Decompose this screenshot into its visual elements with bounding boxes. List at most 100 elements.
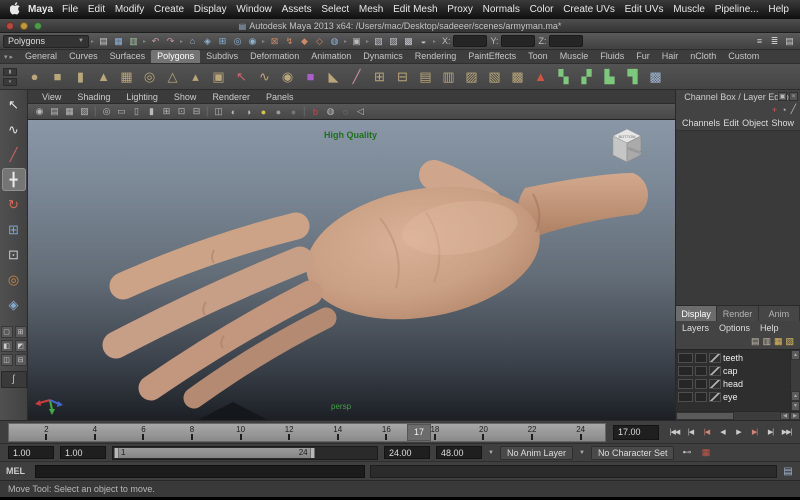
menubar-item[interactable]: Muscle (670, 4, 708, 15)
play-backwards-button[interactable]: ◀ (715, 425, 730, 440)
shelf-tab[interactable]: General (19, 50, 63, 63)
paint-skin-weights-icon[interactable]: ▜ (621, 66, 644, 88)
film-gate-icon[interactable]: ▭ (114, 105, 129, 118)
shelf-collapse-icon[interactable]: ▮ (3, 68, 17, 76)
open-scene-icon[interactable]: ▦ (111, 34, 126, 49)
construction-history-icon[interactable]: ▣ (349, 34, 364, 49)
shelf-menu-icon[interactable]: ▸ (10, 53, 14, 61)
layer-playback-toggle[interactable] (695, 379, 707, 389)
step-forward-key-button[interactable]: ▶| (747, 425, 762, 440)
new-scene-icon[interactable]: ▤ (96, 34, 111, 49)
mel-input-field[interactable] (35, 465, 365, 478)
open-render-view-icon[interactable]: ▧ (371, 34, 386, 49)
poly-torus-icon[interactable]: ◎ (138, 66, 161, 88)
shelf-tab[interactable]: Fur (630, 50, 656, 63)
menubar-item[interactable]: Color (527, 4, 557, 15)
poly-cube-icon[interactable]: ■ (46, 66, 69, 88)
gate-mask-icon[interactable]: ▮ (144, 105, 159, 118)
rotate-tool[interactable]: ↻ (2, 193, 26, 216)
timeline-tick[interactable]: 2 (22, 424, 71, 441)
show-channel-box-icon[interactable]: ≡ (752, 34, 767, 49)
new-layer-from-selected-icon[interactable]: ▦ (774, 336, 783, 347)
animation-start-field[interactable]: 1.00 (8, 446, 54, 459)
poly-cylinder-icon[interactable]: ▮ (69, 66, 92, 88)
menubar-item[interactable]: Window (233, 4, 275, 15)
snap-to-plane-icon[interactable]: ◇ (312, 34, 327, 49)
coord-input[interactable] (453, 35, 487, 47)
select-lasso-mode-icon[interactable]: ◎ (230, 34, 245, 49)
shelf-tab-menu-icon[interactable]: ▾ (4, 53, 8, 61)
collapse-status-group-icon[interactable]: ▸ (178, 34, 185, 49)
layer-color-swatch[interactable] (709, 366, 721, 376)
menubar-item[interactable]: Edit Mesh (390, 4, 440, 15)
menubar-item[interactable]: Normals (480, 4, 523, 15)
snap-to-point-icon[interactable]: ◆ (297, 34, 312, 49)
menubar-item[interactable]: Select (318, 4, 352, 15)
layer-list-scrollbar[interactable]: ▲ ▲ ▼ (790, 350, 800, 411)
script-editor-icon[interactable]: ▤ (782, 466, 794, 477)
ambient-light-icon[interactable]: ● (271, 105, 286, 118)
soft-modification-tool[interactable]: ◎ (2, 268, 26, 291)
poly-prism-icon[interactable]: △ (161, 66, 184, 88)
shelf-tab[interactable]: Curves (63, 50, 104, 63)
layer-editor-menu[interactable]: Help (760, 323, 779, 333)
play-forwards-button[interactable]: ▶ (731, 425, 746, 440)
four-pane-layout-button[interactable]: ⊞ (15, 326, 27, 338)
timeline-ruler[interactable]: 24681012141618202224 17 (8, 423, 606, 442)
move-tool[interactable]: ╋ (2, 168, 26, 191)
shelf-tab[interactable]: PaintEffects (462, 50, 522, 63)
paint-selection-tool[interactable]: ╱ (2, 143, 26, 166)
viewport-menu[interactable]: Lighting (118, 92, 166, 102)
bridge-icon[interactable]: ▥ (437, 66, 460, 88)
toolbar-divider[interactable]: │ (301, 105, 308, 118)
detach-skin-icon[interactable]: ▙ (598, 66, 621, 88)
auto-keyframe-toggle[interactable]: ⊷ (680, 446, 693, 459)
layer-color-swatch[interactable] (709, 379, 721, 389)
timeline-tick[interactable]: 14 (313, 424, 362, 441)
range-end-handle[interactable] (310, 448, 315, 458)
animation-preferences-button[interactable]: ▦ (699, 446, 712, 459)
shelf-tab[interactable]: Custom (722, 50, 765, 63)
go-to-start-button[interactable]: |◀◀ (667, 425, 682, 440)
animation-end-field[interactable]: 48.00 (436, 446, 482, 459)
shelf-tab[interactable]: Dynamics (357, 50, 409, 63)
viewport-menu[interactable]: View (34, 92, 69, 102)
highlight-selection-icon[interactable]: ◉ (245, 34, 260, 49)
timeline-tick[interactable]: 22 (508, 424, 557, 441)
shelf-tab[interactable]: Deformation (244, 50, 305, 63)
layer-visibility-toggle[interactable] (678, 379, 693, 389)
select-by-object-icon[interactable]: ◈ (200, 34, 215, 49)
timeline-tick[interactable]: 4 (71, 424, 120, 441)
coord-input[interactable] (549, 35, 583, 47)
command-language-toggle[interactable]: MEL (6, 466, 30, 476)
shelf-tab[interactable]: Animation (305, 50, 357, 63)
slider-mode-icon[interactable]: ╱ (791, 104, 796, 115)
collapse-status-group-icon[interactable]: ▸ (141, 34, 148, 49)
layer-editor-menu[interactable]: Layers (682, 323, 709, 333)
character-set-dropdown[interactable]: No Character Set (591, 446, 675, 460)
collapse-status-group-icon[interactable]: ▸ (364, 34, 371, 49)
uv-texture-editor-icon[interactable]: ▩ (644, 66, 667, 88)
current-time-field[interactable]: 17.00 (613, 425, 659, 440)
3d-view[interactable]: High Quality persp BOTTOM FRONT (28, 120, 675, 420)
ipr-render-icon[interactable]: ▩ (401, 34, 416, 49)
scroll-up-icon[interactable]: ▲ (791, 350, 800, 360)
chevron-down-icon[interactable]: ▼ (488, 450, 494, 456)
collapse-status-group-icon[interactable]: ▸ (431, 34, 438, 49)
anim-layer-dropdown[interactable]: No Anim Layer (500, 446, 573, 460)
scroll-right-icon[interactable]: ▶ (790, 412, 800, 420)
toolbar-divider[interactable]: │ (92, 105, 99, 118)
range-slider-bar[interactable]: 1 24 (114, 448, 315, 458)
shelf-tab[interactable]: Muscle (554, 50, 595, 63)
apple-menu-icon[interactable] (8, 2, 22, 18)
insert-edge-loop-icon[interactable]: ▩ (506, 66, 529, 88)
layer-playback-toggle[interactable] (695, 366, 707, 376)
layer-row[interactable]: teeth (676, 351, 790, 364)
layer-color-swatch[interactable] (709, 353, 721, 363)
two-d-pan-icon[interactable]: ◎ (99, 105, 114, 118)
camera-attributes-icon[interactable]: ▤ (47, 105, 62, 118)
menu-set-dropdown[interactable]: Polygons▼ (3, 35, 89, 48)
poly-soccerball-icon[interactable]: ◉ (276, 66, 299, 88)
no-lights-icon[interactable]: ● (286, 105, 301, 118)
poly-sphere-icon[interactable]: ● (23, 66, 46, 88)
